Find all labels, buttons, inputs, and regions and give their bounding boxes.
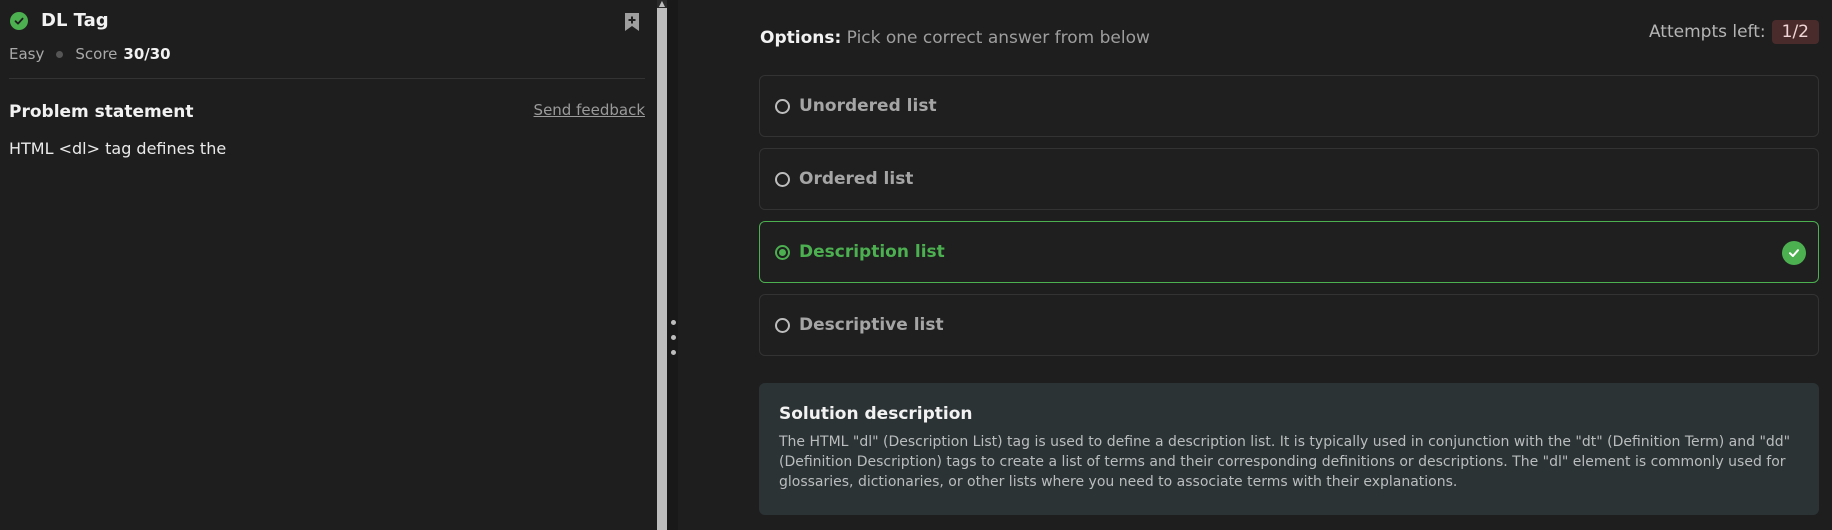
pane-splitter[interactable] [667, 0, 678, 530]
divider [9, 78, 645, 79]
radio-icon[interactable] [775, 171, 790, 187]
option-label: Description list [799, 242, 945, 262]
radio-selected-icon[interactable] [775, 244, 790, 260]
option-description-list[interactable]: Description list [759, 221, 1819, 283]
options-heading: Options: Pick one correct answer from be… [760, 28, 1150, 48]
problem-panel: DL Tag Easy Score 30/30 Problem statemen… [0, 0, 657, 530]
problem-title-row: DL Tag [10, 10, 109, 31]
bookmark-add-icon[interactable] [623, 11, 641, 33]
difficulty-label: Easy [9, 45, 45, 63]
option-label: Ordered list [799, 169, 914, 189]
send-feedback-link[interactable]: Send feedback [534, 101, 645, 119]
checkmark-icon [1782, 241, 1806, 265]
scroll-up-icon[interactable]: ▲ [657, 0, 667, 8]
solution-heading: Solution description [779, 404, 973, 424]
score-value: 30/30 [123, 45, 171, 63]
solved-check-icon [10, 11, 28, 30]
drag-handle-icon[interactable] [671, 335, 676, 340]
options-heading-bold: Options: [760, 28, 842, 48]
radio-icon[interactable] [775, 317, 790, 333]
options-heading-text: Pick one correct answer from below [841, 28, 1150, 48]
option-unordered-list[interactable]: Unordered list [759, 75, 1819, 137]
solution-text: The HTML "dl" (Description List) tag is … [779, 434, 1791, 490]
drag-handle-icon[interactable] [671, 350, 676, 355]
option-label: Descriptive list [799, 315, 944, 335]
left-scrollbar-thumb[interactable] [657, 8, 667, 530]
drag-handle-icon[interactable] [671, 320, 676, 325]
solution-box: Solution description The HTML "dl" (Desc… [759, 383, 1819, 515]
score-label: Score [75, 45, 118, 63]
option-descriptive-list[interactable]: Descriptive list [759, 294, 1819, 356]
attempts-left: Attempts left: 1/2 [1649, 20, 1819, 44]
problem-title: DL Tag [41, 10, 109, 31]
option-ordered-list[interactable]: Ordered list [759, 148, 1819, 210]
option-label: Unordered list [799, 96, 937, 116]
problem-statement-text: HTML <dl> tag defines the [9, 139, 227, 158]
problem-meta: Easy Score 30/30 [9, 45, 171, 63]
attempts-badge: 1/2 [1771, 20, 1819, 44]
attempts-label: Attempts left: [1648, 22, 1766, 42]
radio-icon[interactable] [775, 98, 790, 114]
separator-dot [56, 50, 64, 58]
problem-statement-heading: Problem statement [9, 102, 194, 122]
